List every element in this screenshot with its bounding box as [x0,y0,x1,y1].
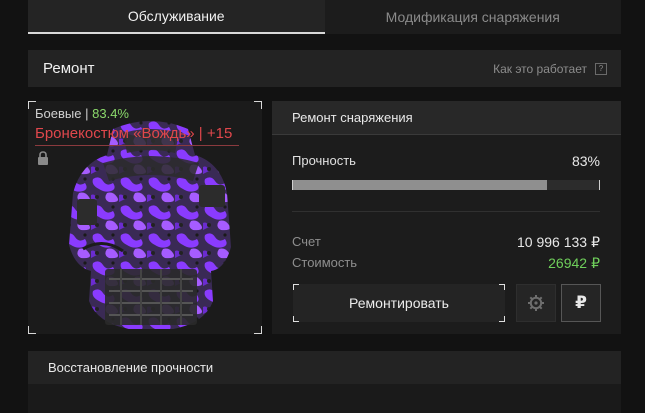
account-label: Счет [292,234,321,249]
tab-maintenance[interactable]: Обслуживание [28,0,325,34]
restore-durability-title: Восстановление прочности [48,360,214,375]
repair-header: Ремонт Как это работает ? [28,50,621,87]
gear-icon [528,295,544,311]
button-corner [499,316,505,322]
frame-corner [28,101,36,109]
tab-gear-modification[interactable]: Модификация снаряжения [324,0,621,34]
item-category: Боевые | 83.4% [35,106,129,121]
cost-amount: 26942 [548,255,588,271]
how-it-works-label: Как это работает [493,61,587,76]
durability-value: 83% [571,153,600,169]
armor-suit-image [69,121,231,329]
frame-corner [28,326,36,334]
category-separator: | [85,106,89,121]
ruble-symbol: ₽ [591,255,600,271]
item-durability-percent: 83.4% [92,106,129,121]
repair-button-label: Ремонтировать [349,295,449,311]
frame-corner [254,326,262,334]
item-name-underline [35,145,239,146]
durability-row: Прочность 83% [292,153,600,169]
durability-bar [292,180,600,190]
durability-label: Прочность [292,153,356,168]
item-preview[interactable]: Боевые | 83.4% Бронекостюм «Вождь» | +15 [28,101,262,334]
repair-panel: Ремонт снаряжения Прочность 83% Счет 10 … [272,101,621,334]
page-title: Ремонт [43,60,95,77]
restore-section-body [28,384,621,413]
how-it-works-link[interactable]: Как это работает ? [493,62,607,76]
account-value: 10 996 133 ₽ [517,234,600,251]
repair-panel-title: Ремонт снаряжения [272,101,621,135]
cost-value: 26942 ₽ [548,255,600,272]
ruble-currency-button[interactable]: ₽ [561,284,601,322]
button-corner [499,284,505,290]
question-icon: ? [595,62,607,75]
ruble-icon: ₽ [575,293,587,312]
divider [292,211,600,212]
item-category-label: Боевые [35,106,82,121]
account-row: Счет 10 996 133 ₽ [292,234,600,251]
gear-currency-button[interactable] [516,284,556,322]
durability-bar-fill [293,180,547,190]
frame-corner [254,101,262,109]
ruble-symbol: ₽ [591,234,600,250]
lock-icon [38,151,48,165]
item-name: Бронекостюм «Вождь» | +15 [35,125,233,142]
button-corner [293,316,299,322]
cost-row: Стоимость 26942 ₽ [292,255,600,272]
tab-bar: Обслуживание Модификация снаряжения [28,0,621,34]
account-amount: 10 996 133 [517,234,588,250]
repair-button[interactable]: Ремонтировать [293,284,505,322]
cost-label: Стоимость [292,255,358,270]
button-corner [293,284,299,290]
restore-durability-header[interactable]: Восстановление прочности [28,351,621,384]
